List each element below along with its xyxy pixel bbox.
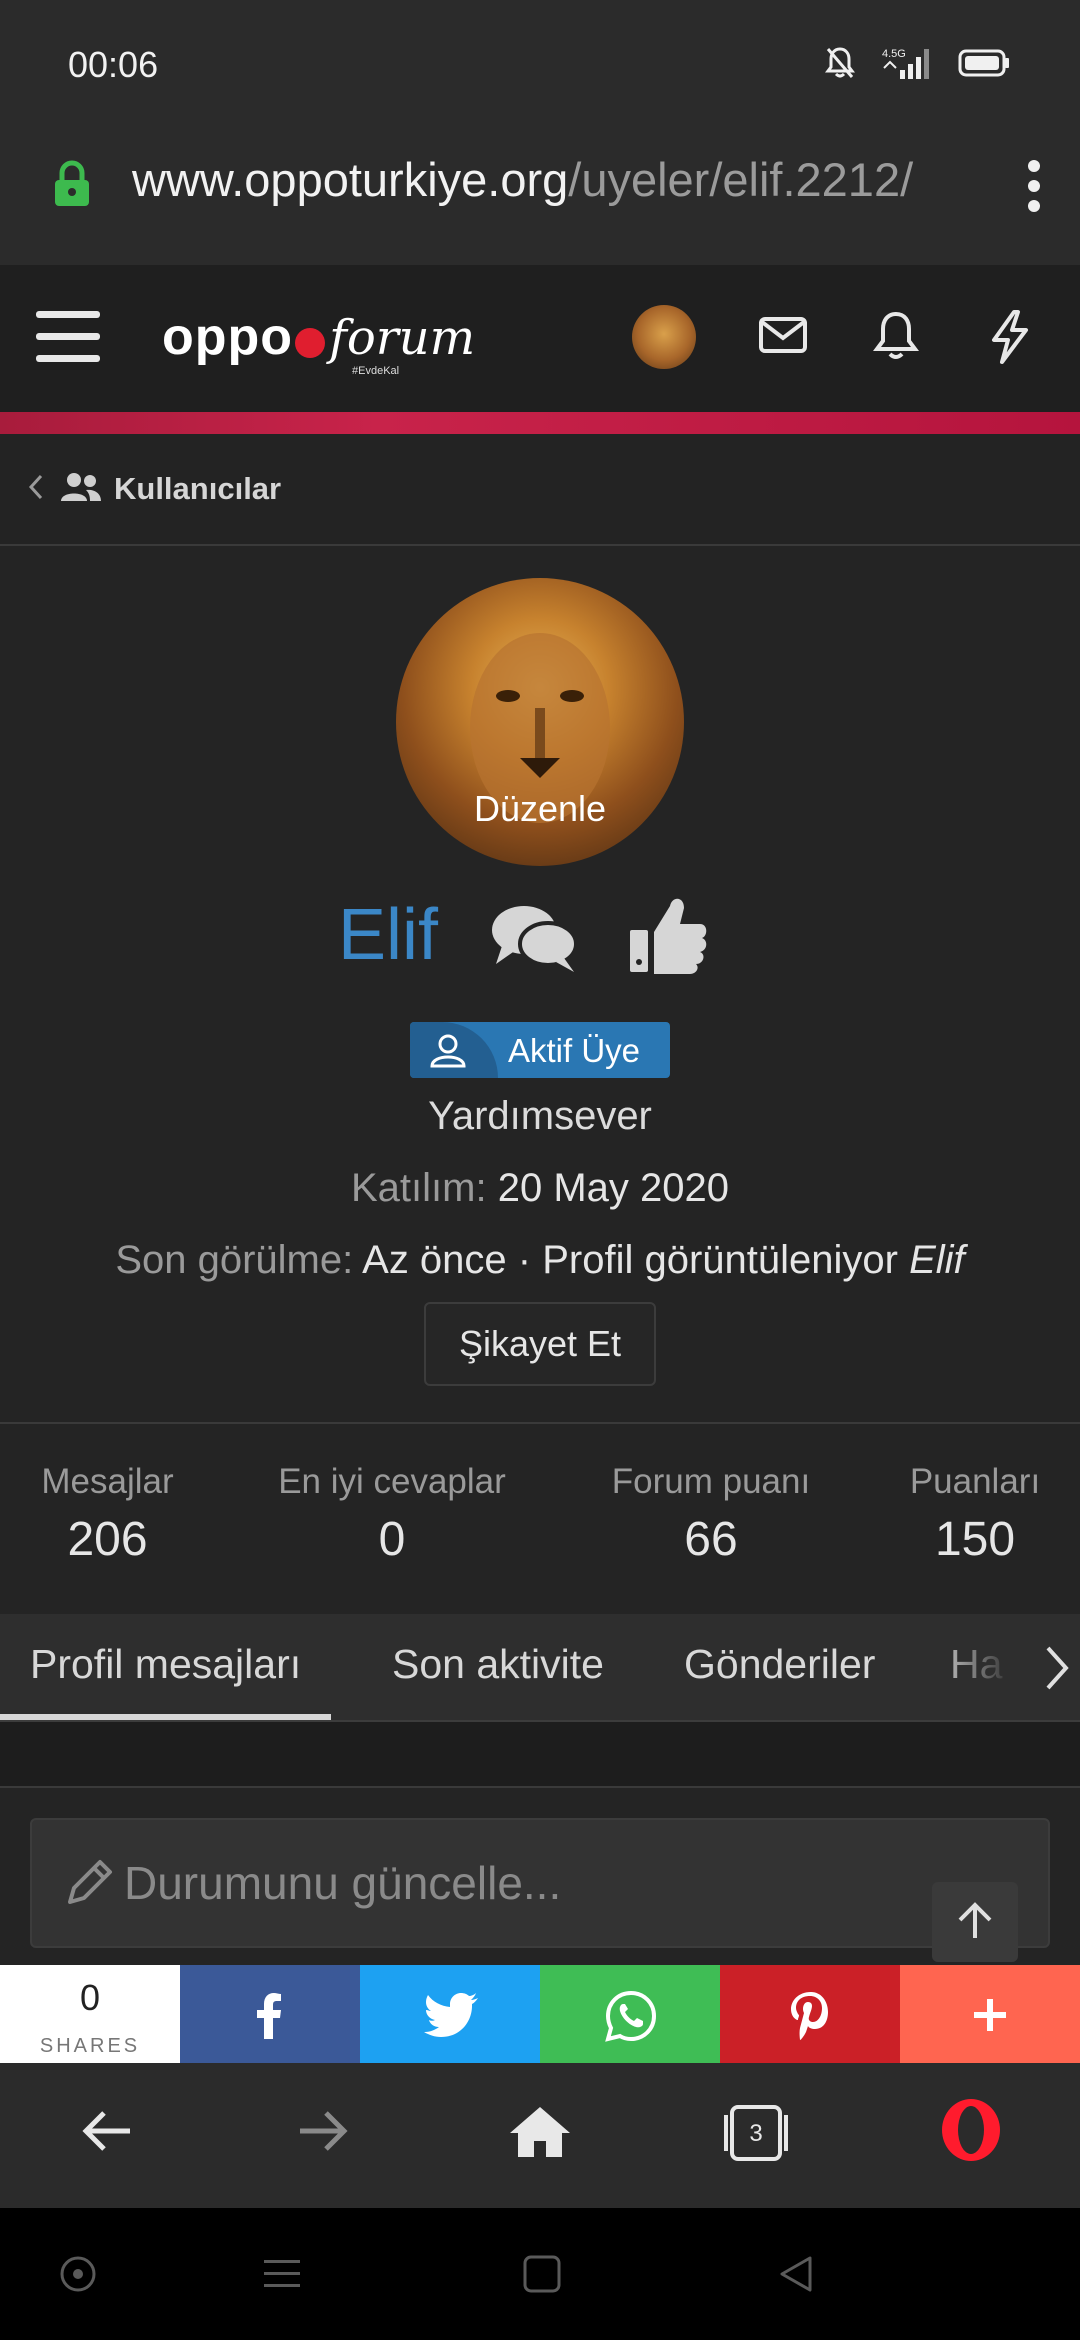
stat-value: 66 — [684, 1513, 738, 1566]
profile-stats: Mesajlar 206 En iyi cevaplar 0 Forum pua… — [0, 1426, 1080, 1614]
tab-recent-activity[interactable]: Son aktivite — [392, 1614, 604, 1720]
user-title: Yardımsever — [428, 1094, 652, 1138]
tab-count: 3 — [749, 2120, 762, 2147]
status-update-input[interactable]: Durumunu güncelle... — [30, 1818, 1050, 1948]
network-type: 4.5G — [882, 48, 906, 60]
stat-forum-points[interactable]: Forum puanı 66 — [596, 1462, 826, 1567]
mail-icon[interactable] — [758, 310, 808, 365]
section-divider — [0, 1722, 1080, 1788]
share-bar: 0 SHARES — [0, 1965, 1080, 2063]
user-icon — [428, 1034, 468, 1073]
home-icon[interactable] — [508, 2103, 572, 2164]
forum-header: oppo forum #EvdeKal — [0, 265, 1080, 412]
battery-icon — [958, 48, 1010, 83]
joined-label: Katılım: — [351, 1166, 487, 1210]
status-update-placeholder: Durumunu güncelle... — [124, 1857, 562, 1909]
avatar-edit-label[interactable]: Düzenle — [396, 788, 684, 830]
url-host: www.oppoturkiye.org — [132, 153, 569, 206]
signal-icon: 4.5G — [882, 46, 932, 85]
facebook-icon — [257, 1993, 281, 2039]
users-icon — [60, 471, 102, 508]
stat-messages[interactable]: Mesajlar 206 — [30, 1462, 185, 1567]
system-navigation-bar — [0, 2208, 1080, 2340]
share-whatsapp-button[interactable] — [540, 1965, 720, 2063]
whatsapp-icon — [605, 1990, 657, 2042]
url-path: /uyeler/elif.2212/ — [568, 153, 914, 206]
share-count: 0 SHARES — [0, 1965, 180, 2063]
stat-best-answers[interactable]: En iyi cevaplar 0 — [262, 1462, 522, 1567]
forum-logo[interactable]: oppo forum #EvdeKal — [162, 307, 476, 377]
thumbs-up-icon[interactable] — [628, 892, 708, 981]
stat-label: En iyi cevaplar — [278, 1462, 506, 1501]
chevron-left-icon — [26, 472, 46, 507]
twitter-icon — [424, 1993, 478, 2037]
stat-value: 150 — [934, 1513, 1016, 1566]
header-accent-band — [0, 412, 1080, 434]
profile-avatar[interactable]: Düzenle — [396, 578, 684, 866]
conversation-icon[interactable] — [490, 902, 580, 979]
assistant-icon[interactable] — [58, 2254, 98, 2299]
chevron-right-icon[interactable] — [1042, 1644, 1070, 1697]
forward-arrow-icon[interactable] — [294, 2103, 350, 2164]
stat-label: Puanları — [909, 1462, 1041, 1501]
last-seen-info: Son görülme: Az önce · Profil görüntülen… — [0, 1238, 1080, 1283]
share-pinterest-button[interactable] — [720, 1965, 900, 2063]
logo-tagline: #EvdeKal — [352, 365, 400, 377]
share-twitter-button[interactable] — [360, 1965, 540, 2063]
stat-points[interactable]: Puanları 150 — [900, 1462, 1050, 1567]
breadcrumb-label[interactable]: Kullanıcılar — [114, 471, 281, 507]
tab-posts[interactable]: Gönderiler — [684, 1614, 875, 1720]
last-seen-value: Az önce · Profil görüntüleniyor — [362, 1238, 898, 1282]
breadcrumb[interactable]: Kullanıcılar — [0, 434, 1080, 546]
share-more-button[interactable] — [900, 1965, 1080, 2063]
username-row: Elif — [0, 888, 1080, 988]
browser-navigation-bar: 3 — [0, 2063, 1080, 2208]
lightning-icon[interactable] — [988, 310, 1032, 369]
stat-label: Forum puanı — [611, 1462, 811, 1501]
username[interactable]: Elif — [338, 894, 438, 976]
plus-icon — [974, 1999, 1006, 2031]
stat-value: 206 — [67, 1513, 148, 1566]
stat-value: 0 — [378, 1513, 406, 1566]
pinterest-icon — [791, 1992, 828, 2040]
hamburger-menu-icon[interactable] — [36, 309, 100, 370]
back-arrow-icon[interactable] — [80, 2103, 136, 2164]
profile-card: Düzenle Elif Aktif Üye Yardımsever Katıl… — [0, 548, 1080, 1424]
share-count-label: SHARES — [39, 2035, 141, 2057]
tabs-switcher-icon[interactable]: 3 — [720, 2103, 792, 2168]
last-seen-username[interactable]: Elif — [909, 1238, 965, 1282]
mute-notifications-icon — [824, 46, 856, 85]
member-badge-label: Aktif Üye — [508, 1032, 641, 1069]
turkish-flag-icon — [295, 328, 326, 358]
opera-menu-icon[interactable] — [940, 2097, 1002, 2168]
status-update-section: Durumunu güncelle... — [0, 1790, 1080, 1965]
header-avatar[interactable] — [632, 305, 696, 369]
logo-oppo: oppo — [162, 308, 294, 366]
bell-icon[interactable] — [872, 310, 920, 367]
tab-profile-messages[interactable]: Profil mesajları — [0, 1614, 332, 1720]
stat-label: Mesajlar — [41, 1462, 174, 1501]
lock-icon — [52, 160, 92, 213]
profile-tabs: Profil mesajları Son aktivite Gönderiler… — [0, 1614, 1080, 1722]
status-bar: 00:06 4.5G — [0, 0, 1080, 130]
home-button-icon[interactable] — [522, 2254, 562, 2299]
share-facebook-button[interactable] — [180, 1965, 360, 2063]
status-icons: 4.5G — [824, 46, 1010, 85]
member-badge: Aktif Üye — [410, 1022, 670, 1078]
address-bar[interactable]: www.oppoturkiye.org/uyeler/elif.2212/ — [0, 130, 1080, 265]
clock: 00:06 — [68, 44, 159, 85]
last-seen-label: Son görülme: — [115, 1238, 354, 1282]
joined-info: Katılım: 20 May 2020 — [0, 1166, 1080, 1211]
back-triangle-icon[interactable] — [776, 2254, 816, 2299]
url-text[interactable]: www.oppoturkiye.org/uyeler/elif.2212/ — [132, 152, 913, 207]
recent-apps-icon[interactable] — [262, 2254, 302, 2299]
pencil-icon — [64, 1858, 114, 1913]
joined-date: 20 May 2020 — [497, 1166, 729, 1210]
share-count-number: 0 — [79, 1977, 101, 2018]
scroll-to-top-button[interactable] — [932, 1882, 1018, 1962]
browser-menu-icon[interactable] — [1026, 156, 1042, 221]
report-button[interactable]: Şikayet Et — [424, 1302, 656, 1386]
logo-forum: forum — [329, 310, 476, 366]
